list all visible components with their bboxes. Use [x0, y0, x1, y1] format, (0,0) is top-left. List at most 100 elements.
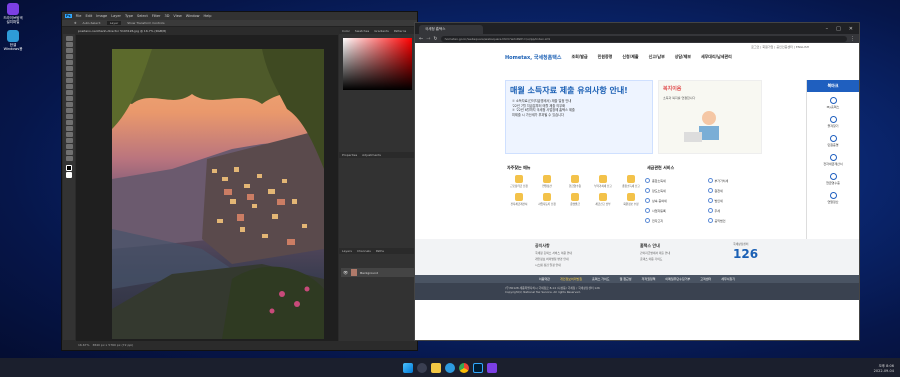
service-item[interactable]: 법인세: [707, 198, 766, 203]
menu-select[interactable]: Select: [137, 14, 148, 18]
footer-link[interactable]: 고객센터: [700, 277, 711, 281]
menu-edit[interactable]: Edit: [85, 14, 92, 18]
tab-color[interactable]: Color: [342, 29, 350, 33]
brush-tool[interactable]: [65, 84, 73, 89]
nav-item[interactable]: 신청/제출: [622, 54, 638, 60]
quick-item[interactable]: 세금신고 납부: [591, 193, 615, 206]
layer-select[interactable]: Layer: [106, 21, 122, 25]
sidebar-item[interactable]: 현금영수증: [807, 168, 859, 187]
quick-item[interactable]: 사업자등록 신청: [535, 193, 559, 206]
service-item[interactable]: 종합소득세: [645, 178, 703, 183]
menu-3d[interactable]: 3D: [165, 14, 170, 18]
marquee-tool[interactable]: [65, 42, 73, 47]
stamp-tool[interactable]: [65, 90, 73, 95]
document-tab[interactable]: positano-nanthanh-director 5193126.jpg @…: [76, 28, 337, 34]
dodge-tool[interactable]: [65, 120, 73, 125]
crop-tool[interactable]: [65, 60, 73, 65]
eye-icon[interactable]: 👁: [343, 270, 348, 275]
frame-tool[interactable]: [65, 66, 73, 71]
edge-icon[interactable]: [445, 362, 455, 373]
nav-item[interactable]: 민원증명: [598, 54, 613, 60]
hometax-logo[interactable]: Hometax, 국세청홈택스: [505, 54, 561, 61]
service-item[interactable]: 부가가치세: [707, 178, 766, 183]
nav-item[interactable]: 세무대리/납세관리: [701, 54, 732, 60]
transform-controls-checkbox[interactable]: Show Transform Controls: [127, 21, 164, 25]
menu-view[interactable]: View: [173, 14, 181, 18]
notice-line[interactable]: 시스템 점검 일정 안내: [535, 263, 561, 267]
sidebar-item[interactable]: 연말정산: [807, 187, 859, 206]
hand-tool[interactable]: [65, 150, 73, 155]
desktop-icon-1[interactable]: 드라이브탐색 설치파일: [2, 3, 24, 24]
path-select-tool[interactable]: [65, 138, 73, 143]
zoom-tool[interactable]: [65, 156, 73, 161]
url-input[interactable]: hometax.go.kr/websquare/websquare.html?w…: [440, 35, 847, 42]
gradient-tool[interactable]: [65, 108, 73, 113]
lasso-tool[interactable]: [65, 48, 73, 53]
footer-link[interactable]: 웹 접근성: [620, 277, 632, 281]
quick-item[interactable]: 부가가치세 신고: [591, 175, 615, 188]
type-tool[interactable]: [65, 132, 73, 137]
link-cert[interactable]: 공인인증센터: [776, 45, 793, 49]
layer-row[interactable]: 👁 Background: [341, 268, 414, 277]
footer-link[interactable]: 이메일무단수집거부: [665, 277, 690, 281]
file-explorer-icon[interactable]: [431, 362, 441, 373]
tab-layers[interactable]: Layers: [342, 249, 352, 253]
link-english[interactable]: ENGLISH: [796, 45, 809, 49]
nav-item[interactable]: 상담/제보: [675, 54, 691, 60]
tab-adjustments[interactable]: Adjustments: [362, 153, 381, 157]
notice-line[interactable]: 국세청 홈택스 서비스 이용 안내: [535, 251, 572, 255]
sidebar-item[interactable]: 전자세금계산서: [807, 149, 859, 168]
move-tool[interactable]: [65, 36, 73, 41]
menu-help[interactable]: Help: [204, 14, 212, 18]
eyedropper-tool[interactable]: [65, 72, 73, 77]
quick-item[interactable]: 회원정보 수정: [619, 193, 643, 206]
sidebar-item[interactable]: My홈택스: [807, 92, 859, 111]
menu-image[interactable]: Image: [96, 14, 107, 18]
blur-tool[interactable]: [65, 114, 73, 119]
link-login[interactable]: 로그인: [751, 45, 759, 49]
footer-link[interactable]: 이용약관: [539, 277, 550, 281]
ps-canvas-area[interactable]: [76, 35, 338, 341]
notice-banner[interactable]: 매월 소득자료 제출 유의사항 안내! ① 소득자료(간이지급명세서) 제출 일…: [505, 80, 653, 154]
foreground-color-swatch[interactable]: [66, 165, 72, 171]
move-tool-icon[interactable]: ✥: [74, 21, 77, 25]
tab-gradients[interactable]: Gradients: [374, 29, 389, 33]
tab-swatches[interactable]: Swatches: [355, 29, 369, 33]
tab-paths[interactable]: Paths: [376, 249, 384, 253]
healing-tool[interactable]: [65, 78, 73, 83]
quick-item[interactable]: 연말정산: [535, 175, 559, 188]
quick-item[interactable]: 증명발급: [563, 193, 587, 206]
desktop-icon-2[interactable]: 한셀 Windows용: [2, 30, 24, 51]
auto-select-checkbox[interactable]: Auto-Select:: [83, 21, 101, 25]
footer-link[interactable]: 세무서찾기: [721, 277, 735, 281]
service-item[interactable]: 원천세: [707, 188, 766, 193]
menu-icon[interactable]: ⋮: [850, 36, 855, 42]
notice-title[interactable]: 공지사항: [535, 243, 550, 249]
maximize-icon[interactable]: □: [836, 26, 841, 32]
menu-type[interactable]: Type: [125, 14, 133, 18]
event-line[interactable]: 간이지급명세서 제출 안내: [640, 251, 670, 255]
sidebar-item[interactable]: 즐겨찾기: [807, 111, 859, 130]
forward-icon[interactable]: →: [426, 36, 430, 42]
history-brush-tool[interactable]: [65, 96, 73, 101]
welfare-card[interactable]: 복지이음 소득과 복지를 연결합니다: [658, 80, 762, 154]
service-item[interactable]: 주세: [707, 208, 766, 213]
windows-start-icon[interactable]: [403, 362, 413, 373]
eraser-tool[interactable]: [65, 102, 73, 107]
quick-item[interactable]: 현금영수증: [563, 175, 587, 188]
shape-tool[interactable]: [65, 144, 73, 149]
nav-item[interactable]: 신고/납부: [649, 54, 665, 60]
menu-window[interactable]: Window: [186, 14, 200, 18]
search-icon[interactable]: [417, 362, 427, 373]
footer-link[interactable]: 저작권정책: [642, 277, 656, 281]
reload-icon[interactable]: ↻: [433, 36, 437, 42]
service-item[interactable]: 양도소득세: [645, 188, 703, 193]
close-icon[interactable]: ✕: [849, 26, 853, 32]
background-color-swatch[interactable]: [66, 172, 72, 178]
back-icon[interactable]: ←: [419, 36, 423, 42]
tab-properties[interactable]: Properties: [342, 153, 357, 157]
service-item[interactable]: 사업자등록: [645, 208, 703, 213]
chrome-icon[interactable]: [459, 362, 469, 373]
browser-tab[interactable]: 국세청 홈택스: [419, 25, 483, 34]
tab-channels[interactable]: Channels: [357, 249, 371, 253]
